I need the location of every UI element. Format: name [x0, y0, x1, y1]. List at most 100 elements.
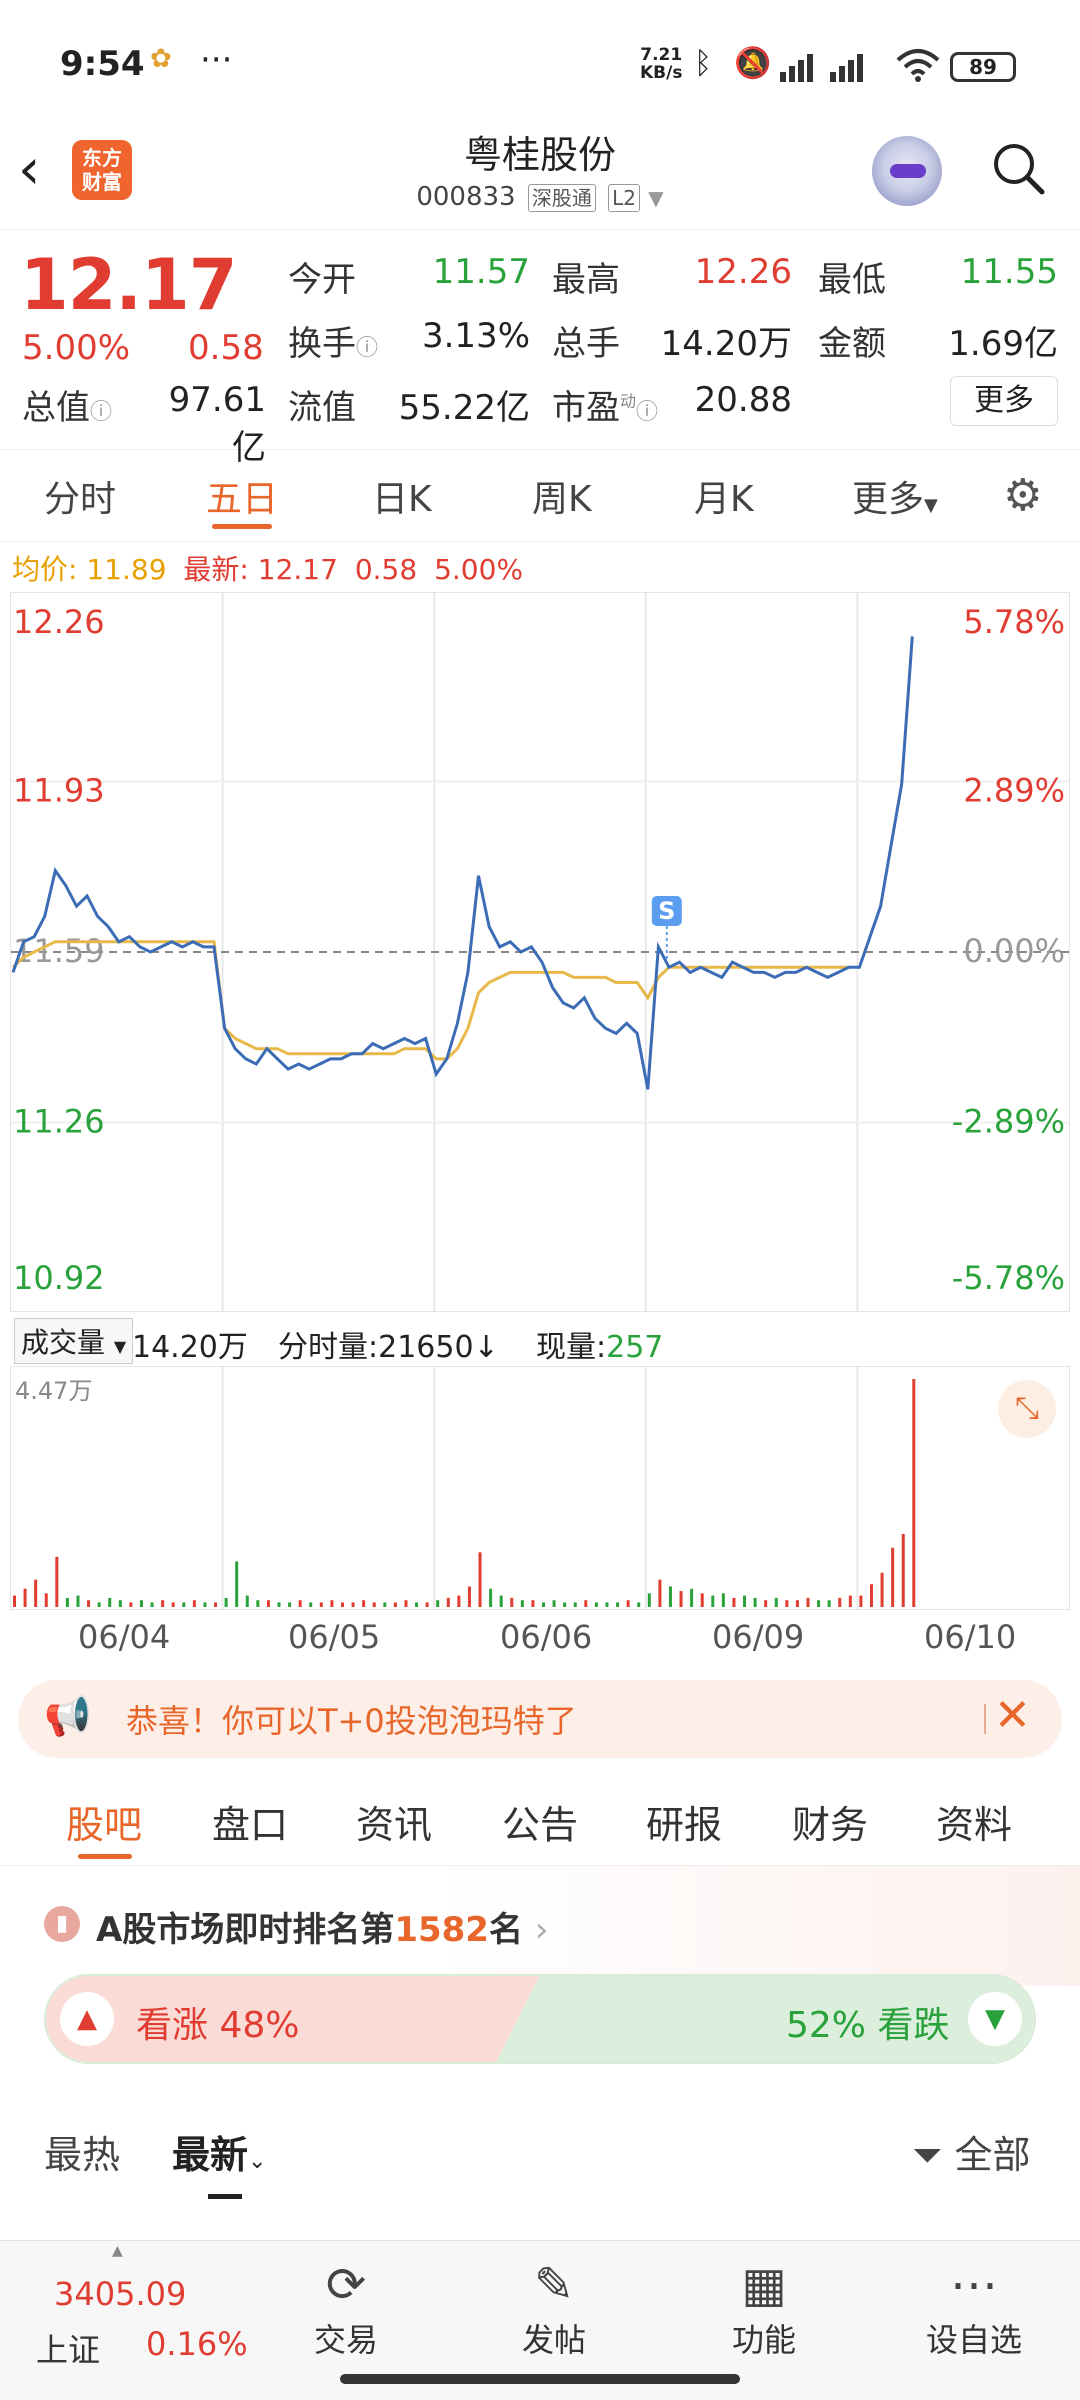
promo-banner[interactable]: 📢 恭喜！你可以T+0投泡泡玛特了 ✕: [18, 1680, 1062, 1758]
bearish-arrow-icon[interactable]: ▼: [968, 1992, 1022, 2046]
y-tick-right: 5.78%: [963, 603, 1065, 641]
volume-bar: [478, 1552, 482, 1607]
expand-icon[interactable]: ⤡: [998, 1380, 1056, 1438]
volume-bar: [13, 1595, 16, 1607]
bullish-arrow-icon[interactable]: ▲: [60, 1992, 114, 2046]
notification-icon: ✿: [150, 44, 172, 74]
price-line: [11, 636, 914, 1090]
active-subtab-indicator: [78, 1854, 132, 1859]
volume-bar: [827, 1600, 831, 1607]
volume-bar: [108, 1597, 112, 1607]
turnover-label-text: 换手: [288, 324, 356, 364]
volume-bar: [65, 1597, 69, 1607]
tab-intraday[interactable]: 分时: [44, 470, 116, 522]
latest-label: 最新:: [183, 553, 249, 586]
y-tick-right: -5.78%: [952, 1259, 1065, 1297]
volume-bar: [55, 1556, 59, 1607]
volume-bar: [912, 1379, 916, 1607]
info-icon[interactable]: ⓘ: [90, 400, 112, 425]
nav-post[interactable]: ✎ 发帖: [474, 2255, 634, 2361]
volume-bar: [806, 1597, 810, 1607]
volume-bar: [690, 1588, 694, 1607]
bearish-bar[interactable]: [496, 1976, 1034, 2062]
volume-bar: [340, 1602, 344, 1607]
nav-add-watchlist[interactable]: ⋯ 设自选: [894, 2255, 1054, 2361]
tab-monthly-k[interactable]: 月K: [694, 470, 754, 522]
volume-bar: [298, 1600, 302, 1607]
volume-bar: [330, 1600, 334, 1607]
gear-icon[interactable]: ⚙: [1003, 470, 1042, 521]
total-value-label: 总值ⓘ: [22, 380, 112, 429]
tab-more[interactable]: 更多▼: [852, 470, 938, 522]
tab-forum[interactable]: 股吧: [66, 1794, 142, 1849]
volume-bar: [542, 1602, 545, 1607]
volume-bar: [97, 1602, 101, 1607]
volume-label: 总手: [552, 324, 620, 364]
latest-percent: 5.00%: [434, 553, 524, 586]
volume-bar: [44, 1593, 48, 1607]
tab-five-day[interactable]: 五日: [206, 470, 278, 522]
nav-trade-label: 交易: [313, 2321, 378, 2359]
five-day-price-chart[interactable]: 12.26 11.93 11.59 11.26 10.92 5.78% 2.89% 0.00%…: [10, 592, 1070, 1312]
volume-header: 成交量 ▼ 14.20万 分时量:21650↓ 现量:257: [0, 1318, 1080, 1366]
volume-bar: [605, 1602, 609, 1607]
info-icon[interactable]: ⓘ: [636, 400, 658, 425]
index-percent[interactable]: 0.16%: [146, 2325, 248, 2363]
info-icon[interactable]: ⓘ: [356, 336, 378, 361]
turnover-label: 换手ⓘ: [288, 316, 378, 365]
volume-bar: [499, 1595, 503, 1607]
index-value[interactable]: 3405.09: [54, 2275, 186, 2313]
current-volume-label: 现量:: [536, 1330, 607, 1365]
current-volume: 现量:257: [536, 1322, 663, 1366]
nav-functions-label: 功能: [731, 2321, 796, 2359]
x-date-2: 06/05: [288, 1618, 381, 1656]
battery-indicator: 89: [950, 52, 1016, 82]
volume-bar: [224, 1597, 228, 1607]
nav-functions[interactable]: ▦ 功能: [684, 2255, 844, 2361]
index-name[interactable]: 上证: [36, 2325, 100, 2371]
search-icon[interactable]: [990, 140, 1046, 196]
tab-weekly-k[interactable]: 周K: [532, 470, 592, 522]
filter-all-label: 全部: [954, 2133, 1031, 2177]
tab-profile[interactable]: 资料: [936, 1794, 1012, 1849]
volume-bar: [616, 1602, 620, 1607]
filter-all[interactable]: ⏷ 全部: [912, 2124, 1031, 2179]
filter-hot[interactable]: 最热: [44, 2124, 120, 2179]
volume-bar: [520, 1600, 524, 1607]
tab-orderbook[interactable]: 盘口: [212, 1794, 288, 1849]
volume-selector[interactable]: 成交量 ▼: [14, 1318, 134, 1364]
close-icon[interactable]: ✕: [994, 1690, 1031, 1741]
tab-news[interactable]: 资讯: [356, 1794, 432, 1849]
minute-volume-value: 21650: [378, 1330, 474, 1365]
pe-dynamic-mark: 动: [620, 391, 637, 411]
volume-bar: [362, 1600, 366, 1607]
status-bar: 9:54 ✿ ··· 7.21 KB/s ᛒ 🔕 89: [0, 0, 1080, 120]
tab-research[interactable]: 研报: [646, 1794, 722, 1849]
volume-total: 14.20万: [132, 1330, 248, 1365]
filter-latest-label: 最新: [172, 2133, 249, 2177]
change-amount: 0.58: [188, 328, 264, 368]
avg-price-line: [11, 940, 849, 1061]
tab-daily-k[interactable]: 日K: [372, 470, 432, 522]
volume-bar: [563, 1602, 567, 1607]
average-line-info: 均价: 11.89 最新: 12.17 0.58 5.00%: [12, 548, 523, 588]
volume-bar: [457, 1595, 461, 1607]
volume-bar: [161, 1600, 165, 1607]
post-filters: 最热 最新⌄ ⏷ 全部: [0, 2110, 1080, 2200]
x-date-4: 06/09: [712, 1618, 805, 1656]
nav-add-watchlist-label: 设自选: [925, 2321, 1022, 2359]
pe-label: 市盈动ⓘ: [552, 380, 658, 429]
y-tick-left: 11.93: [13, 772, 105, 810]
tab-announcements[interactable]: 公告: [502, 1794, 578, 1849]
low-label: 最低: [818, 260, 886, 300]
filter-latest[interactable]: 最新⌄: [172, 2124, 266, 2179]
more-circle-icon: ⋯: [950, 2257, 998, 2313]
tab-financials[interactable]: 财务: [792, 1794, 868, 1849]
open-label: 今开: [288, 260, 356, 300]
y-tick-right: 0.00%: [963, 932, 1065, 970]
volume-chart[interactable]: 4.47万: [10, 1366, 1070, 1610]
more-quote-button[interactable]: 更多: [950, 376, 1058, 426]
market-rank-row[interactable]: ▮ A股市场即时排名第1582名 ›: [0, 1866, 1080, 1986]
nav-trade[interactable]: ⟳ 交易: [266, 2255, 426, 2361]
volume-bar: [76, 1595, 80, 1607]
